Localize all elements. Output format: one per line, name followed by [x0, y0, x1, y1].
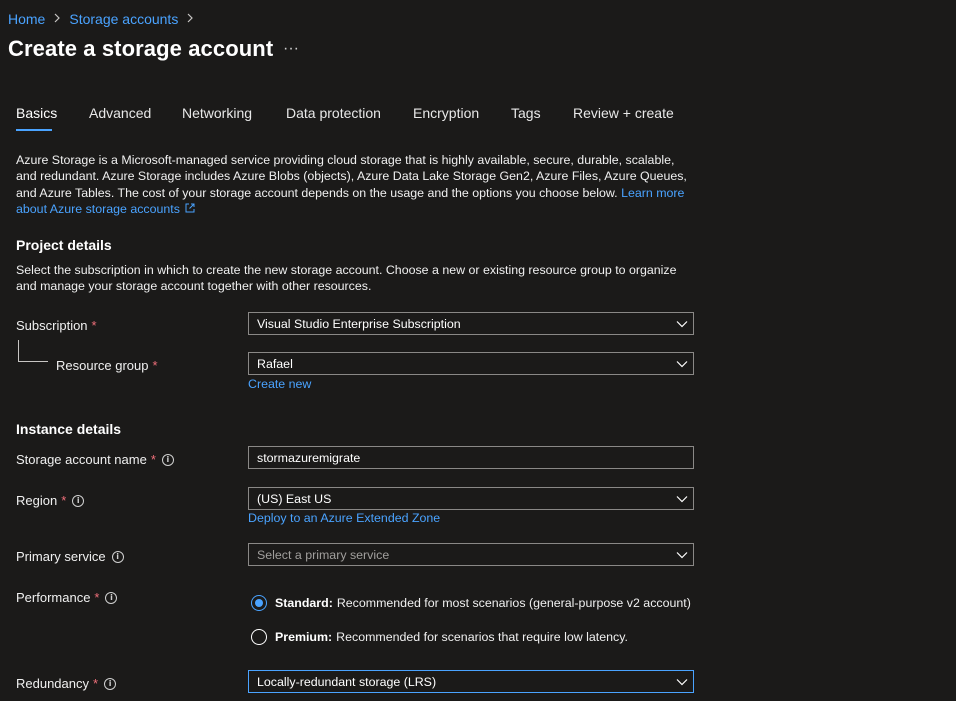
standard-title: Standard:	[275, 596, 333, 610]
region-label: Region * i	[16, 493, 85, 508]
storage-account-name-value: stormazuremigrate	[257, 450, 361, 465]
region-select[interactable]: (US) East US	[248, 487, 694, 510]
breadcrumb-storage-accounts[interactable]: Storage accounts	[69, 11, 178, 27]
tab-review-create[interactable]: Review + create	[573, 105, 674, 121]
storage-account-name-label: Storage account name * i	[16, 452, 174, 467]
subscription-label: Subscription *	[16, 318, 97, 333]
performance-premium-option[interactable]: Premium: Recommended for scenarios that …	[251, 629, 628, 645]
info-icon[interactable]: i	[105, 591, 118, 604]
region-value: (US) East US	[257, 491, 332, 506]
subscription-select[interactable]: Visual Studio Enterprise Subscription	[248, 312, 694, 335]
chevron-down-icon	[671, 360, 693, 368]
primary-service-placeholder: Select a primary service	[257, 547, 390, 562]
resource-group-value: Rafael	[257, 356, 293, 371]
breadcrumb-home[interactable]: Home	[8, 11, 45, 27]
chevron-down-icon	[671, 495, 693, 503]
resource-group-label: Resource group *	[56, 358, 158, 373]
info-icon[interactable]: i	[104, 677, 117, 690]
intro-text: Azure Storage is a Microsoft-managed ser…	[16, 153, 687, 200]
project-details-desc: Select the subscription in which to crea…	[16, 263, 677, 294]
intro-paragraph: Azure Storage is a Microsoft-managed ser…	[16, 152, 688, 217]
instance-details-heading: Instance details	[16, 421, 122, 437]
breadcrumb: Home Storage accounts	[8, 11, 202, 27]
redundancy-value: Locally-redundant storage (LRS)	[257, 674, 437, 689]
standard-radio[interactable]	[251, 595, 267, 611]
tab-tags[interactable]: Tags	[511, 105, 541, 121]
tab-basics[interactable]: Basics	[16, 105, 57, 121]
tab-data-protection[interactable]: Data protection	[286, 105, 381, 121]
create-new-link[interactable]: Create new	[248, 377, 311, 391]
chevron-down-icon	[671, 678, 693, 686]
active-tab-indicator	[16, 129, 52, 131]
standard-desc: Recommended for most scenarios (general-…	[336, 596, 691, 610]
premium-desc: Recommended for scenarios that require l…	[336, 630, 628, 644]
premium-title: Premium:	[275, 630, 333, 644]
project-details-heading: Project details	[16, 237, 112, 253]
more-icon[interactable]: ···	[283, 40, 299, 58]
info-icon[interactable]: i	[111, 550, 124, 563]
storage-account-name-input[interactable]: stormazuremigrate	[248, 446, 694, 469]
performance-standard-option[interactable]: Standard: Recommended for most scenarios…	[251, 595, 691, 611]
chevron-down-icon	[671, 320, 693, 328]
chevron-down-icon	[671, 551, 693, 559]
subscription-value: Visual Studio Enterprise Subscription	[257, 316, 461, 331]
primary-service-label: Primary service i	[16, 549, 124, 564]
info-icon[interactable]: i	[72, 494, 85, 507]
performance-label: Performance * i	[16, 590, 118, 605]
tab-advanced[interactable]: Advanced	[89, 105, 151, 121]
premium-radio[interactable]	[251, 629, 267, 645]
tree-connector	[18, 340, 19, 362]
chevron-right-icon	[186, 12, 194, 26]
extended-zone-link[interactable]: Deploy to an Azure Extended Zone	[248, 511, 440, 525]
page-title: Create a storage account	[8, 36, 274, 61]
external-link-icon	[185, 203, 195, 213]
primary-service-select[interactable]: Select a primary service	[248, 543, 694, 566]
redundancy-label: Redundancy * i	[16, 676, 117, 691]
tree-connector	[18, 361, 48, 362]
resource-group-select[interactable]: Rafael	[248, 352, 694, 375]
tab-networking[interactable]: Networking	[182, 105, 252, 121]
tab-encryption[interactable]: Encryption	[413, 105, 479, 121]
info-icon[interactable]: i	[161, 453, 174, 466]
chevron-right-icon	[53, 12, 61, 26]
redundancy-select[interactable]: Locally-redundant storage (LRS)	[248, 670, 694, 693]
